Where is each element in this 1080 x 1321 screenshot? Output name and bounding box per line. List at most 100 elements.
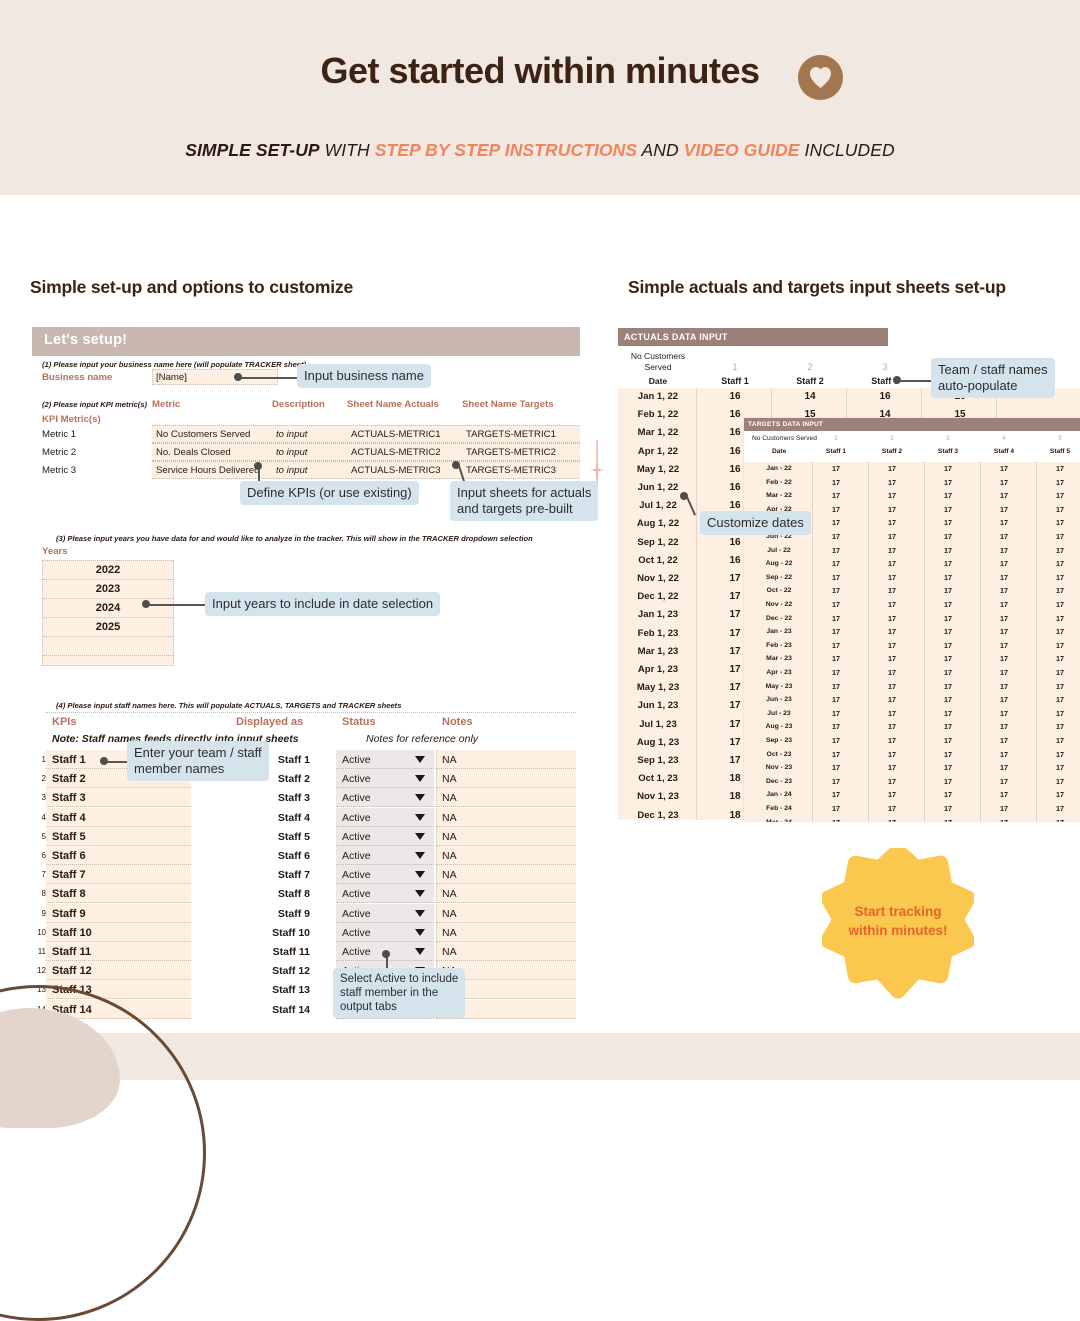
targets-cell[interactable]: 17: [982, 612, 1026, 626]
targets-cell[interactable]: 17: [926, 788, 970, 802]
targets-cell[interactable]: 17: [926, 625, 970, 639]
targets-cell[interactable]: 17: [870, 639, 914, 653]
targets-cell[interactable]: 17: [926, 775, 970, 789]
targets-cell[interactable]: 17: [982, 802, 1026, 816]
targets-cell[interactable]: 17: [870, 530, 914, 544]
targets-cell[interactable]: 17: [1038, 530, 1080, 544]
targets-cell[interactable]: 17: [1038, 802, 1080, 816]
targets-cell[interactable]: 17: [926, 707, 970, 721]
targets-cell[interactable]: 17: [926, 612, 970, 626]
targets-cell[interactable]: 17: [926, 680, 970, 694]
targets-cell[interactable]: 17: [870, 788, 914, 802]
targets-cell[interactable]: 17: [926, 598, 970, 612]
targets-cell[interactable]: 17: [814, 625, 858, 639]
targets-cell[interactable]: 17: [982, 462, 1026, 476]
targets-cell[interactable]: 17: [814, 734, 858, 748]
targets-cell[interactable]: 17: [814, 666, 858, 680]
targets-cell[interactable]: 17: [926, 571, 970, 585]
chevron-down-icon[interactable]: [415, 928, 425, 936]
targets-cell[interactable]: 17: [870, 462, 914, 476]
targets-cell[interactable]: 17: [870, 802, 914, 816]
targets-cell[interactable]: 17: [814, 598, 858, 612]
targets-cell[interactable]: 17: [1038, 775, 1080, 789]
notes-cell[interactable]: [436, 769, 576, 789]
targets-cell[interactable]: 17: [926, 734, 970, 748]
targets-cell[interactable]: 17: [814, 557, 858, 571]
chevron-down-icon[interactable]: [415, 852, 425, 859]
targets-cell[interactable]: 17: [870, 598, 914, 612]
targets-cell[interactable]: 17: [1038, 748, 1080, 762]
targets-cell[interactable]: 17: [926, 652, 970, 666]
targets-cell[interactable]: 17: [814, 612, 858, 626]
targets-cell[interactable]: 17: [1038, 489, 1080, 503]
targets-cell[interactable]: 17: [814, 516, 858, 530]
targets-cell[interactable]: 17: [982, 571, 1026, 585]
targets-cell[interactable]: 17: [1038, 516, 1080, 530]
targets-cell[interactable]: 17: [926, 489, 970, 503]
targets-cell[interactable]: 17: [926, 544, 970, 558]
targets-cell[interactable]: 17: [1038, 612, 1080, 626]
targets-cell[interactable]: 17: [926, 693, 970, 707]
actuals-cell[interactable]: 16: [698, 388, 772, 406]
targets-cell[interactable]: 17: [1038, 639, 1080, 653]
targets-cell[interactable]: 17: [982, 489, 1026, 503]
targets-cell[interactable]: 17: [1038, 707, 1080, 721]
year-cell-1[interactable]: 2023: [43, 580, 173, 599]
targets-cell[interactable]: 17: [982, 816, 1026, 822]
targets-cell[interactable]: 17: [982, 557, 1026, 571]
targets-cell[interactable]: 17: [870, 544, 914, 558]
targets-cell[interactable]: 17: [814, 571, 858, 585]
targets-cell[interactable]: 17: [814, 503, 858, 517]
targets-cell[interactable]: 17: [926, 503, 970, 517]
targets-cell[interactable]: 17: [1038, 720, 1080, 734]
targets-cell[interactable]: 17: [982, 748, 1026, 762]
targets-cell[interactable]: 17: [982, 530, 1026, 544]
notes-cell[interactable]: [436, 807, 576, 827]
years-input-box[interactable]: 2022 2023 2024 2025: [42, 560, 174, 666]
targets-cell[interactable]: 17: [982, 680, 1026, 694]
targets-cell[interactable]: 17: [982, 544, 1026, 558]
targets-cell[interactable]: 17: [982, 761, 1026, 775]
year-cell-4[interactable]: [43, 637, 173, 656]
targets-cell[interactable]: 17: [982, 584, 1026, 598]
targets-cell[interactable]: 17: [870, 734, 914, 748]
targets-cell[interactable]: 17: [982, 598, 1026, 612]
targets-cell[interactable]: 17: [870, 748, 914, 762]
targets-cell[interactable]: 17: [1038, 666, 1080, 680]
targets-cell[interactable]: 17: [870, 693, 914, 707]
targets-cell[interactable]: 17: [814, 476, 858, 490]
targets-cell[interactable]: 17: [982, 788, 1026, 802]
notes-cell[interactable]: [436, 922, 576, 942]
chevron-down-icon[interactable]: [415, 775, 425, 783]
chevron-down-icon[interactable]: [415, 871, 425, 879]
targets-cell[interactable]: 17: [926, 584, 970, 598]
targets-cell[interactable]: 17: [870, 584, 914, 598]
targets-cell[interactable]: 17: [982, 503, 1026, 517]
chevron-down-icon[interactable]: [415, 832, 425, 840]
targets-cell[interactable]: 17: [870, 476, 914, 490]
targets-cell[interactable]: 17: [926, 761, 970, 775]
targets-cell[interactable]: 17: [926, 462, 970, 476]
targets-cell[interactable]: 17: [870, 666, 914, 680]
targets-cell[interactable]: 17: [870, 557, 914, 571]
notes-cell[interactable]: [436, 884, 576, 904]
targets-cell[interactable]: 17: [926, 666, 970, 680]
chevron-down-icon[interactable]: [415, 794, 425, 802]
targets-cell[interactable]: 17: [870, 625, 914, 639]
targets-cell[interactable]: 17: [814, 462, 858, 476]
targets-cell[interactable]: 17: [870, 775, 914, 789]
chevron-down-icon[interactable]: [415, 890, 425, 898]
actuals-cell[interactable]: 16: [848, 388, 922, 406]
year-cell-0[interactable]: 2022: [43, 561, 173, 580]
targets-cell[interactable]: 17: [1038, 625, 1080, 639]
targets-cell[interactable]: 17: [814, 489, 858, 503]
targets-cell[interactable]: 17: [982, 707, 1026, 721]
targets-cell[interactable]: 17: [1038, 761, 1080, 775]
targets-cell[interactable]: 17: [1038, 584, 1080, 598]
targets-cell[interactable]: 17: [870, 761, 914, 775]
targets-cell[interactable]: 17: [982, 476, 1026, 490]
targets-cell[interactable]: 17: [814, 816, 858, 822]
targets-cell[interactable]: 17: [926, 516, 970, 530]
year-cell-2[interactable]: 2024: [43, 599, 173, 618]
targets-cell[interactable]: 17: [1038, 788, 1080, 802]
